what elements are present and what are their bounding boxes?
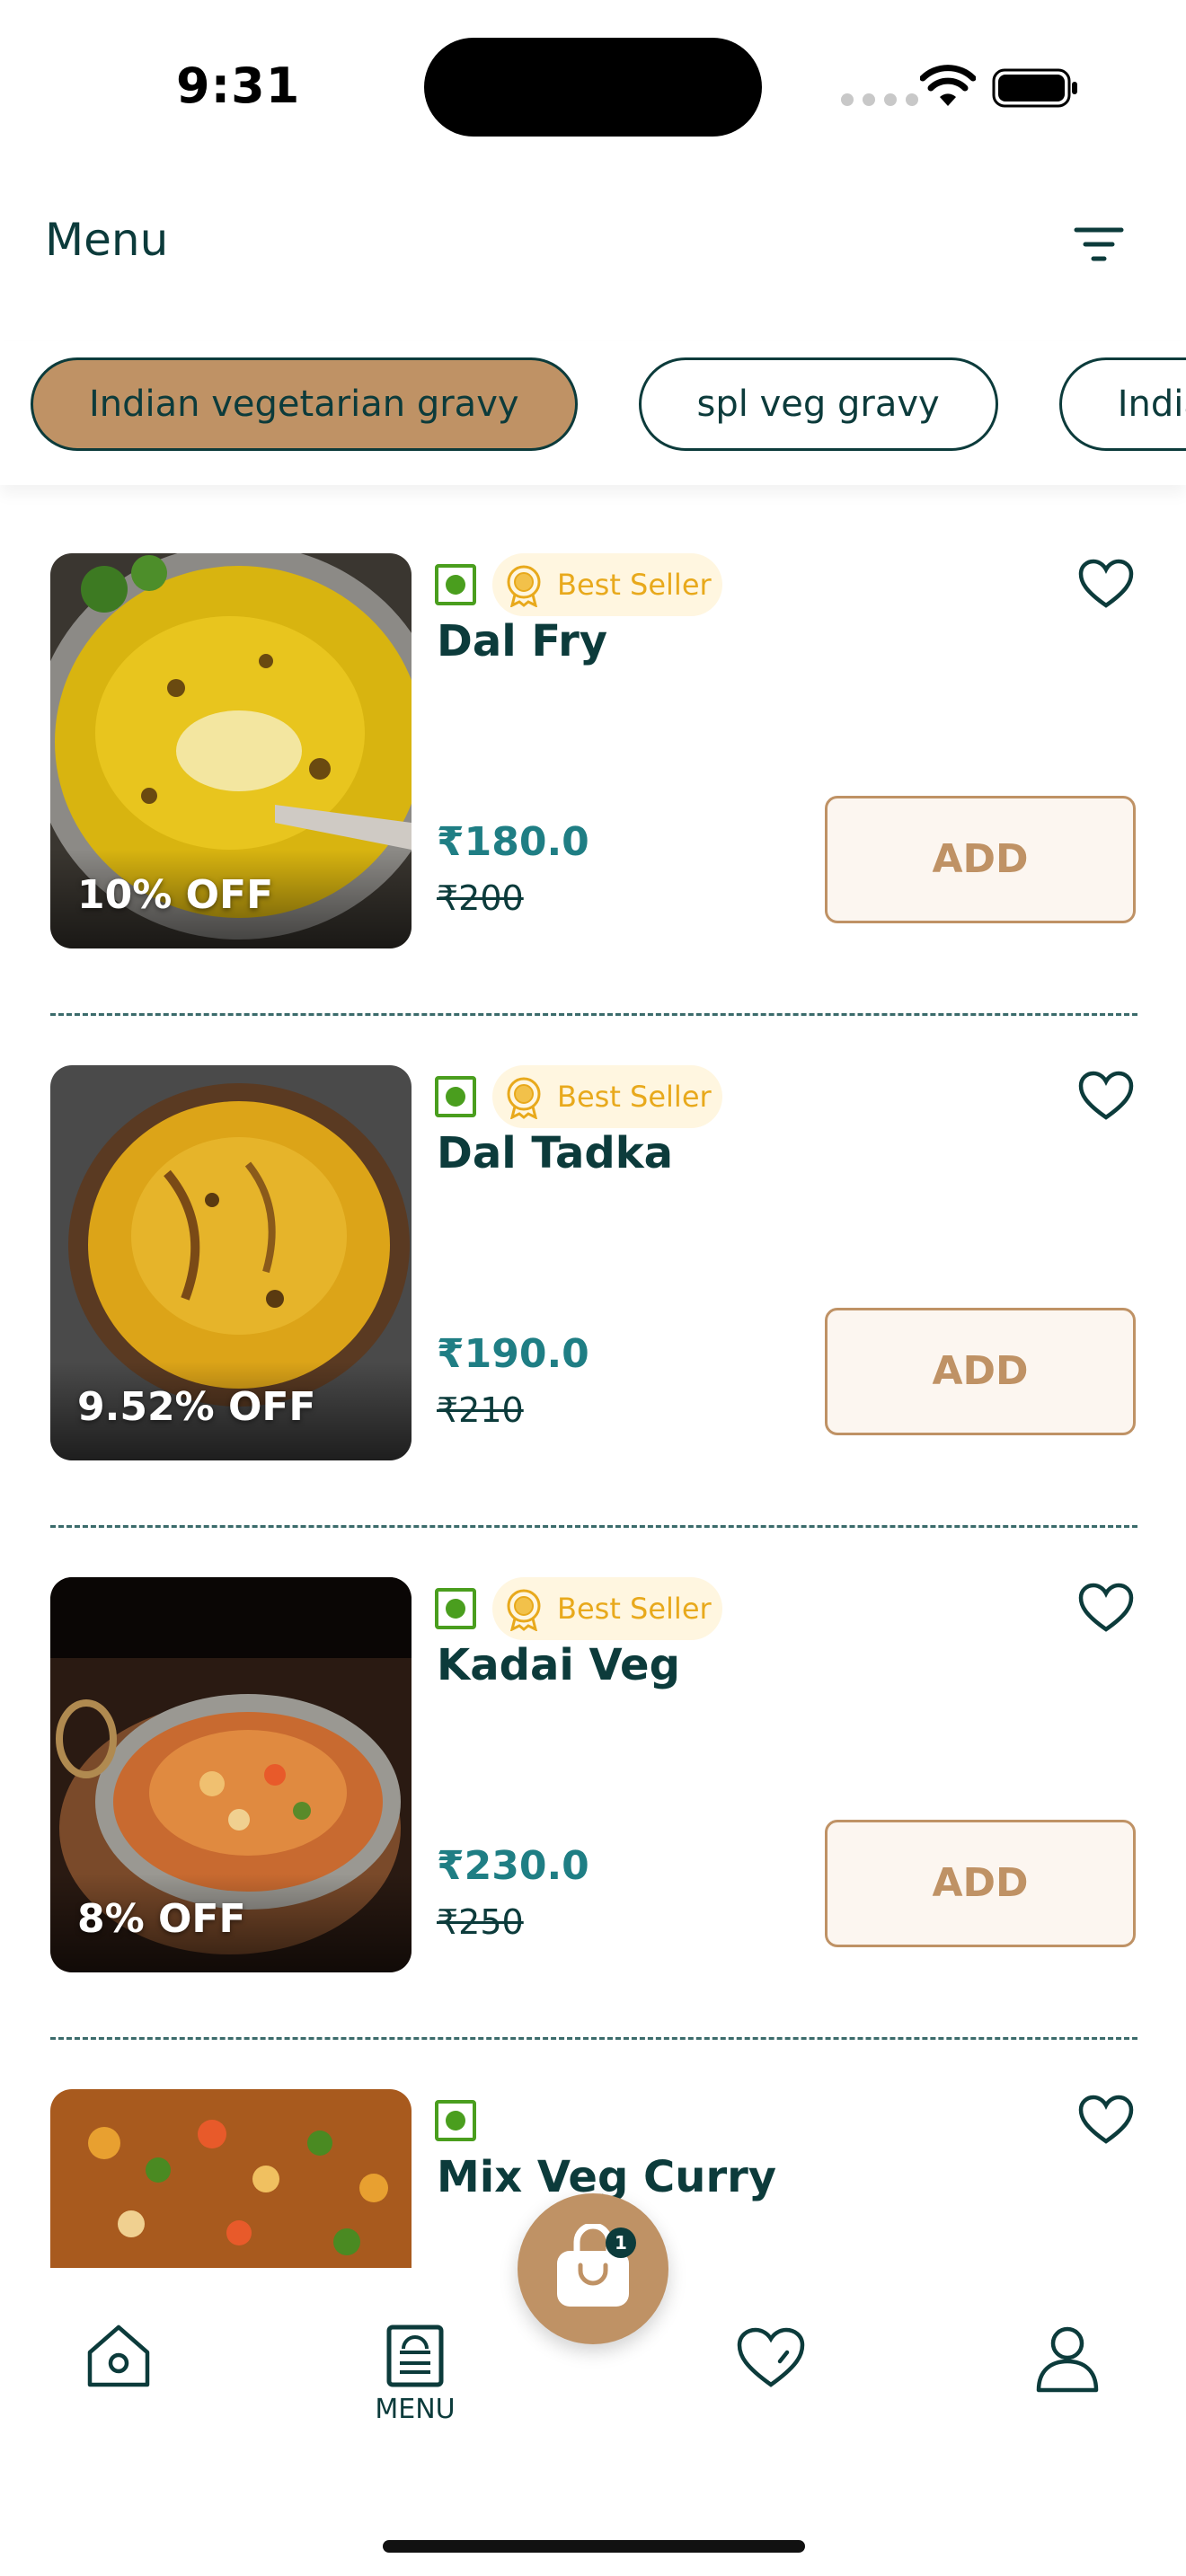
- nav-menu-label: MENU: [375, 2394, 456, 2425]
- category-chips-bar: Indian vegetarian gravy spl veg gravy In…: [0, 341, 1186, 485]
- discount-label: 8% OFF: [77, 1896, 246, 1942]
- dish-name: Kadai Veg: [437, 1640, 680, 1690]
- add-to-cart-button[interactable]: ADD: [825, 1820, 1136, 1947]
- favorite-heart-icon[interactable]: [1078, 1583, 1134, 1633]
- best-seller-badge: Best Seller: [492, 1577, 722, 1640]
- add-to-cart-button[interactable]: ADD: [825, 1308, 1136, 1435]
- discount-label: 10% OFF: [77, 872, 274, 918]
- price: ₹180.0: [437, 819, 589, 865]
- menu-item-list: 10% OFF Best Seller Dal Fry ₹180.0 ₹200 …: [0, 503, 1186, 2268]
- menu-item-dal-fry[interactable]: 10% OFF Best Seller Dal Fry ₹180.0 ₹200 …: [50, 503, 1137, 948]
- user-icon: [1036, 2326, 1099, 2393]
- best-seller-label: Best Seller: [557, 1080, 712, 1114]
- favorite-heart-icon[interactable]: [1078, 559, 1134, 609]
- category-chip-indian-vegetarian-gravy[interactable]: Indian vegetarian gravy: [31, 357, 578, 451]
- nav-favorites[interactable]: [735, 2325, 807, 2394]
- original-price: ₹250: [437, 1902, 524, 1942]
- heart-icon: [737, 2327, 805, 2387]
- category-chip-indian[interactable]: Indian: [1058, 357, 1186, 451]
- best-seller-badge: Best Seller: [492, 1065, 722, 1128]
- status-time: 9:31: [176, 57, 301, 114]
- veg-icon: [435, 1588, 476, 1629]
- battery-icon: [992, 68, 1077, 108]
- filter-icon[interactable]: [1073, 225, 1125, 264]
- dish-image: 9.52% OFF: [50, 1065, 412, 1460]
- price: ₹190.0: [437, 1331, 589, 1377]
- add-to-cart-button[interactable]: ADD: [825, 796, 1136, 923]
- award-icon: [507, 565, 541, 607]
- category-chip-spl-veg-gravy[interactable]: spl veg gravy: [638, 357, 998, 451]
- nav-home[interactable]: [81, 2318, 156, 2397]
- menu-item-kadai-veg[interactable]: 8% OFF Best Seller Kadai Veg ₹230.0 ₹250…: [50, 1527, 1137, 1972]
- menu-item-dal-tadka[interactable]: 9.52% OFF Best Seller Dal Tadka ₹190.0 ₹…: [50, 1015, 1137, 1460]
- home-indicator: [383, 2540, 805, 2553]
- discount-label: 9.52% OFF: [77, 1384, 316, 1430]
- cart-count-badge: 1: [606, 2228, 636, 2258]
- favorite-heart-icon[interactable]: [1078, 2095, 1134, 2145]
- veg-icon: [435, 2100, 476, 2141]
- page-title: Menu: [45, 214, 169, 266]
- nav-profile[interactable]: [1033, 2320, 1102, 2399]
- award-icon: [507, 1077, 541, 1119]
- dynamic-island: [424, 38, 762, 137]
- status-bar: 9:31: [0, 0, 1186, 171]
- dish-image: [50, 2089, 412, 2268]
- nav-menu[interactable]: MENU: [361, 2322, 469, 2425]
- dish-name: Dal Tadka: [437, 1128, 674, 1178]
- award-icon: [507, 1589, 541, 1631]
- app-header: Menu: [0, 180, 1186, 305]
- veg-icon: [435, 1076, 476, 1117]
- dish-image: 10% OFF: [50, 553, 412, 948]
- cart-button[interactable]: 1: [518, 2193, 668, 2344]
- menu-book-icon: [386, 2325, 444, 2387]
- dish-name: Dal Fry: [437, 616, 608, 666]
- cellular-signal-icon: [841, 93, 918, 106]
- original-price: ₹210: [437, 1390, 524, 1430]
- best-seller-badge: Best Seller: [492, 553, 722, 616]
- favorite-heart-icon[interactable]: [1078, 1071, 1134, 1121]
- original-price: ₹200: [437, 878, 524, 918]
- price: ₹230.0: [437, 1843, 589, 1889]
- dish-image: 8% OFF: [50, 1577, 412, 1972]
- home-icon: [87, 2325, 150, 2387]
- wifi-icon: [920, 65, 976, 106]
- veg-icon: [435, 564, 476, 605]
- best-seller-label: Best Seller: [557, 568, 712, 602]
- best-seller-label: Best Seller: [557, 1592, 712, 1626]
